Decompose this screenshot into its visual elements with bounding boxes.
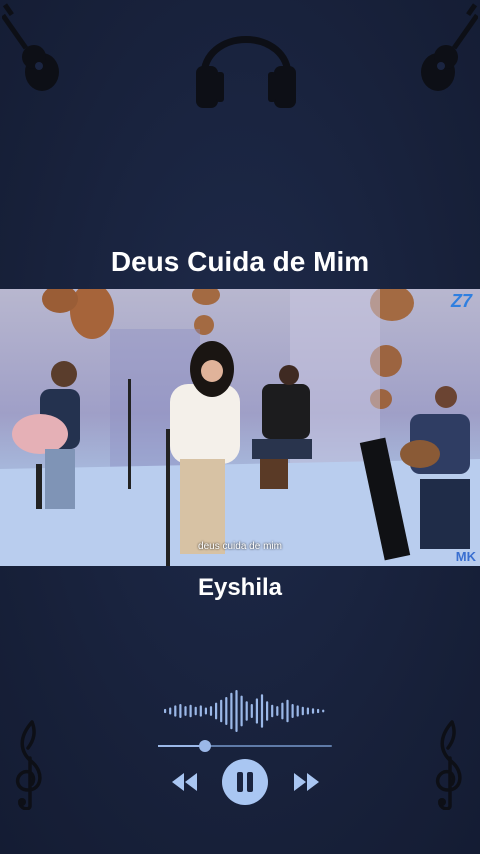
- treble-clef-icon: [435, 720, 462, 810]
- progress-bar[interactable]: [158, 740, 332, 752]
- waveform-bar: [169, 707, 172, 715]
- fast-forward-icon[interactable]: [293, 770, 321, 794]
- waveform-bar: [179, 704, 182, 718]
- video-scene: [0, 289, 480, 566]
- rewind-icon[interactable]: [170, 770, 198, 794]
- headphones-icon: [196, 36, 296, 108]
- waveform-bar: [291, 704, 294, 718]
- treble-clef-icon: [15, 720, 42, 810]
- waveform-bar: [164, 708, 167, 714]
- waveform-bar: [220, 699, 223, 723]
- pause-button[interactable]: [222, 759, 268, 805]
- waveform-bar: [245, 701, 248, 721]
- waveform-bar: [235, 690, 238, 732]
- video-subtitle: deus cuida de mim: [198, 541, 282, 552]
- waveform-bar: [240, 695, 243, 727]
- artist-name: Eyshila: [197, 574, 283, 601]
- waveform-bar: [281, 702, 284, 720]
- acoustic-guitar-icon: [421, 3, 478, 91]
- waveform-bar: [306, 707, 309, 715]
- song-title: Deus Cuida de Mim: [110, 246, 370, 277]
- waveform-bar: [250, 704, 253, 718]
- waveform-bar: [189, 704, 192, 718]
- video-frame[interactable]: Z7 deus cuida de mim MK: [0, 289, 480, 566]
- waveform-bar: [225, 697, 228, 725]
- channel-logo: Z7: [450, 291, 472, 311]
- waveform-bar: [311, 708, 315, 714]
- waveform-bar: [184, 706, 187, 716]
- waveform-bar: [301, 706, 304, 716]
- waveform-bar: [204, 707, 207, 715]
- waveform-bar: [276, 706, 279, 716]
- waveform-bar: [255, 698, 258, 724]
- acoustic-guitar-icon: [2, 3, 59, 91]
- waveform-bar: [317, 708, 320, 714]
- waveform-bar: [194, 706, 197, 716]
- music-player-screen: Deus Cuida de Mim Z7 deus cuida de mim M…: [0, 0, 480, 854]
- progress-knob[interactable]: [198, 740, 211, 752]
- waveform-bar: [286, 699, 289, 723]
- waveform-bar: [271, 704, 274, 718]
- waveform-bar: [266, 701, 269, 721]
- waveform-bar: [215, 702, 218, 720]
- waveform-bar: [230, 692, 233, 730]
- pause-icon: [237, 772, 253, 792]
- audio-waveform: [164, 690, 325, 732]
- waveform-bar: [174, 705, 177, 717]
- waveform-bar: [199, 705, 202, 717]
- waveform-bar: [260, 694, 264, 728]
- waveform-bar: [322, 709, 325, 713]
- waveform-bar: [296, 705, 299, 717]
- waveform-bar: [209, 706, 213, 716]
- progress-fill: [158, 745, 205, 747]
- watermark-logo: MK: [455, 549, 476, 564]
